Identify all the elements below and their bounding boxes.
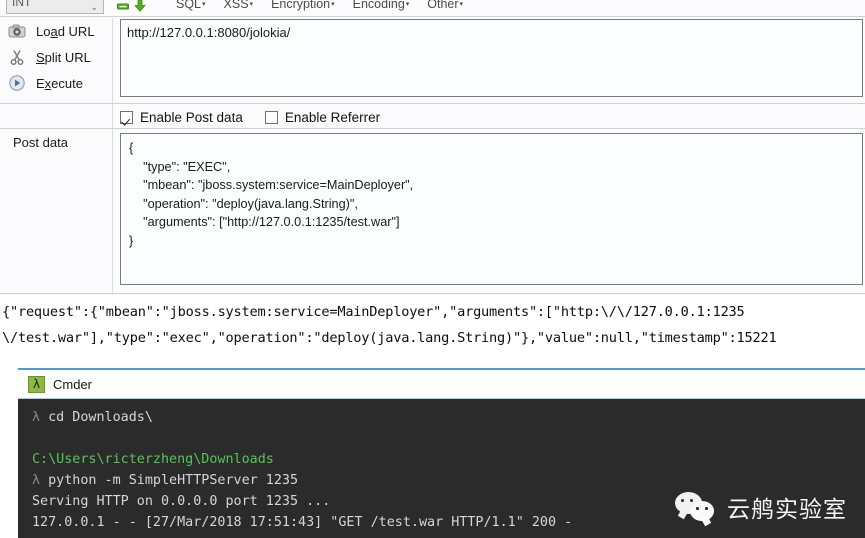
cmder-lambda-icon: λ: [28, 375, 45, 393]
menu-item-xss-label: XSS: [223, 0, 249, 11]
hackbar-panel: INT ⌄ SQL▾ XSS▾ Encryption▾ Encoding▾ Ot…: [0, 0, 865, 295]
watermark-text: 云鸼实验室: [727, 497, 847, 523]
terminal-line-4: python -m SimpleHTTPServer 1235: [48, 473, 299, 488]
menu-item-sql[interactable]: SQL▾: [176, 0, 206, 11]
menu-item-encryption[interactable]: Encryption▾: [271, 0, 335, 11]
load-url-label: Load URL: [36, 23, 95, 39]
panel-bottom-divider: [0, 293, 865, 294]
enable-post-data-label: Enable Post data: [140, 110, 243, 125]
cmder-window: λ Cmder λ cd Downloads\ C:\Users\ricterz…: [18, 368, 865, 538]
options-divider: [0, 128, 865, 129]
caret-icon: ▾: [202, 1, 206, 8]
method-select-value: INT: [12, 0, 32, 9]
terminal-line-1: cd Downloads\: [48, 410, 153, 425]
chevron-down-icon: ⌄: [90, 2, 98, 12]
hackbar-options: Enable Post data Enable Referrer: [120, 110, 380, 125]
enable-referrer-label: Enable Referrer: [284, 110, 381, 125]
post-data-label: Post data: [13, 135, 68, 150]
sidebar-divider: [112, 18, 113, 295]
post-data-input[interactable]: { "type": "EXEC", "mbean": "jboss.system…: [120, 133, 863, 285]
menu-item-encoding[interactable]: Encoding▾: [353, 0, 410, 11]
caret-icon: ▾: [405, 1, 410, 8]
minus-green-icon[interactable]: [117, 0, 129, 12]
play-icon: [9, 75, 25, 91]
hackbar-actions: Load URL Split URL Execute: [0, 18, 112, 96]
split-url-label: Split URL: [36, 49, 91, 65]
hackbar-mini-icons: [117, 0, 146, 12]
prompt-lambda-icon: λ: [32, 410, 49, 425]
scissors-icon: [10, 50, 24, 65]
load-url-button[interactable]: Load URL: [0, 18, 112, 44]
terminal-line-6: 127.0.0.1 - - [27/Mar/2018 17:51:43] "GE…: [32, 515, 573, 530]
caret-icon: ▾: [459, 1, 464, 8]
hackbar-menu: SQL▾ XSS▾ Encryption▾ Encoding▾ Other▾: [176, 0, 463, 11]
camera-icon: [8, 24, 26, 38]
execute-button[interactable]: Execute: [0, 70, 112, 96]
prompt-lambda-icon: λ: [32, 473, 49, 488]
caret-icon: ▾: [249, 1, 254, 8]
url-input[interactable]: http://127.0.0.1:8080/jolokia/: [120, 19, 863, 97]
terminal-line-5: Serving HTTP on 0.0.0.0 port 1235 ...: [32, 494, 331, 509]
enable-referrer-checkbox[interactable]: Enable Referrer: [264, 110, 381, 125]
checkbox-checked-icon: [120, 111, 133, 124]
terminal-line-3: C:\Users\ricterzheng\Downloads: [32, 452, 274, 467]
menu-item-other[interactable]: Other▾: [427, 0, 463, 11]
wechat-icon: [675, 492, 717, 522]
checkbox-unchecked-icon: [264, 111, 278, 124]
menu-item-sql-label: SQL: [176, 0, 202, 11]
menu-item-encoding-label: Encoding: [352, 0, 405, 11]
watermark: 云鸼实验室: [675, 490, 847, 524]
menu-divider: [0, 16, 865, 17]
menu-item-other-label: Other: [427, 0, 459, 11]
menu-item-xss[interactable]: XSS▾: [224, 0, 254, 11]
method-select[interactable]: INT ⌄: [6, 0, 104, 14]
cmder-window-title: Cmder: [53, 376, 93, 392]
enable-post-data-checkbox[interactable]: Enable Post data: [120, 110, 243, 125]
response-body: {"request":{"mbean":"jboss.system:servic…: [0, 296, 865, 356]
url-divider: [0, 103, 865, 104]
response-line-2: \/test.war"],"type":"exec","operation":"…: [2, 330, 777, 346]
execute-label: Execute: [36, 75, 83, 91]
caret-icon: ▾: [331, 1, 335, 8]
arrow-down-green-icon[interactable]: [134, 0, 146, 12]
response-line-1: {"request":{"mbean":"jboss.system:servic…: [2, 304, 745, 320]
menu-item-encryption-label: Encryption: [271, 0, 331, 11]
hackbar-menu-strip: INT ⌄ SQL▾ XSS▾ Encryption▾ Encoding▾ Ot…: [0, 0, 865, 16]
screenshot-root: INT ⌄ SQL▾ XSS▾ Encryption▾ Encoding▾ Ot…: [0, 0, 865, 538]
split-url-button[interactable]: Split URL: [0, 44, 112, 70]
cmder-title-bar[interactable]: λ Cmder: [18, 370, 865, 399]
